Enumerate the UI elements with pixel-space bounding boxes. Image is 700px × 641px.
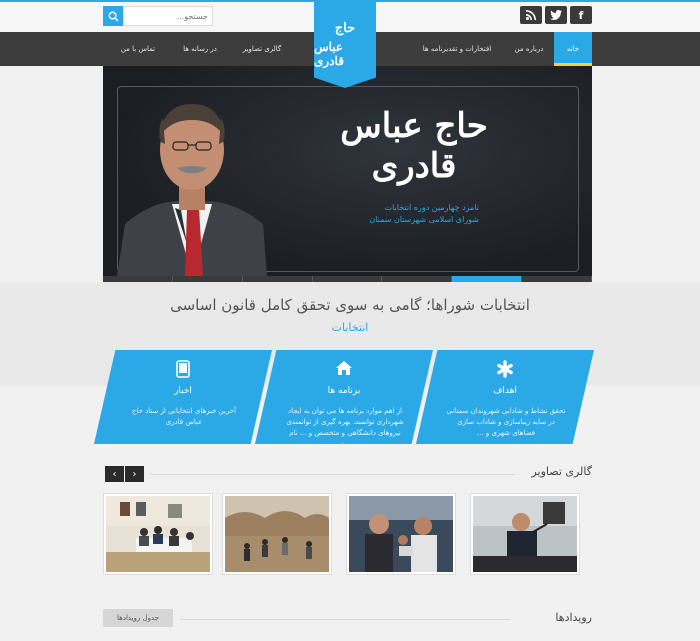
candidate-portrait: [117, 104, 267, 276]
headline-category[interactable]: انتخابات: [0, 321, 700, 334]
nav-home[interactable]: خانه: [554, 32, 592, 66]
search-button[interactable]: [103, 6, 123, 26]
tablet-icon: [176, 360, 190, 378]
village-photo: [225, 496, 329, 572]
gallery-thumb[interactable]: [103, 493, 213, 575]
nav-gallery[interactable]: گالری تصاویر: [232, 32, 292, 66]
gallery-title: گالری تصاویر: [531, 465, 592, 478]
hero-subtitle-line-1: نامزد چهارمین دوره انتخابات: [384, 203, 479, 212]
feature-news-text: آخرین خبرهای انتخاباتی از ستاد حاج عباس …: [131, 407, 237, 426]
asterisk-icon: [497, 360, 513, 378]
gallery-thumb[interactable]: [470, 493, 580, 575]
feature-programs[interactable]: برنامه ها از اهم موارد برنامه ها می توان…: [255, 350, 433, 444]
meeting-photo: [106, 496, 210, 572]
speech-photo: [473, 496, 577, 572]
feature-news-title: اخبار: [174, 386, 192, 396]
gallery-divider: [150, 474, 515, 475]
feature-goals-title: اهداف: [493, 386, 517, 396]
hero-subtitle-line-2: شورای اسلامی شهرستان سمنان: [369, 215, 479, 224]
feature-goals-text: تحقق نشاط و شادابی شهروندان سمنانی در سا…: [446, 407, 566, 437]
gallery-thumb[interactable]: [346, 493, 456, 575]
feature-programs-title: برنامه ها: [327, 386, 361, 396]
twitter-icon[interactable]: [545, 6, 567, 24]
home-icon: [336, 361, 352, 375]
headline-title[interactable]: انتخابات شوراها؛ گامی به سوی تحقق کامل ق…: [0, 296, 700, 314]
hero-subtitle: نامزد چهارمین دوره انتخابات شورای اسلامی…: [329, 202, 479, 226]
events-title: رویدادها: [555, 611, 592, 624]
gallery-prev-button[interactable]: ‹: [105, 466, 124, 482]
facebook-icon[interactable]: f: [570, 6, 592, 24]
logo-line-1: حاج: [334, 20, 356, 36]
feature-programs-text: از اهم موارد برنامه ها می توان به ایجاد …: [286, 407, 404, 448]
nav-media[interactable]: در رسانه ها: [172, 32, 228, 66]
feature-news[interactable]: اخبار آخرین خبرهای انتخاباتی از ستاد حاج…: [94, 350, 272, 444]
search-box: [103, 6, 213, 26]
site-logo[interactable]: حاج عباس قادری: [314, 0, 376, 88]
search-icon: [108, 11, 119, 22]
people-photo: [349, 496, 453, 572]
nav-contact[interactable]: تماس با من: [110, 32, 166, 66]
gallery-thumb[interactable]: [222, 493, 332, 575]
events-divider: [180, 619, 510, 620]
gallery-next-button[interactable]: ›: [125, 466, 144, 482]
nav-honors[interactable]: افتخارات و تقدیرنامه ها: [412, 32, 502, 66]
feature-panels: اخبار آخرین خبرهای انتخاباتی از ستاد حاج…: [94, 350, 594, 444]
nav-about[interactable]: درباره من: [505, 32, 553, 66]
logo-line-2: عباس قادری: [314, 39, 344, 68]
events-table-button[interactable]: جدول رویدادها: [103, 609, 173, 627]
hero-title: حاج عباس قادری: [340, 106, 488, 186]
feature-goals[interactable]: اهداف تحقق نشاط و شادابی شهروندان سمنانی…: [416, 350, 594, 444]
search-input[interactable]: [123, 6, 213, 26]
hero-slider[interactable]: حاج عباس قادری نامزد چهارمین دوره انتخاب…: [103, 66, 592, 276]
rss-icon[interactable]: [520, 6, 542, 24]
